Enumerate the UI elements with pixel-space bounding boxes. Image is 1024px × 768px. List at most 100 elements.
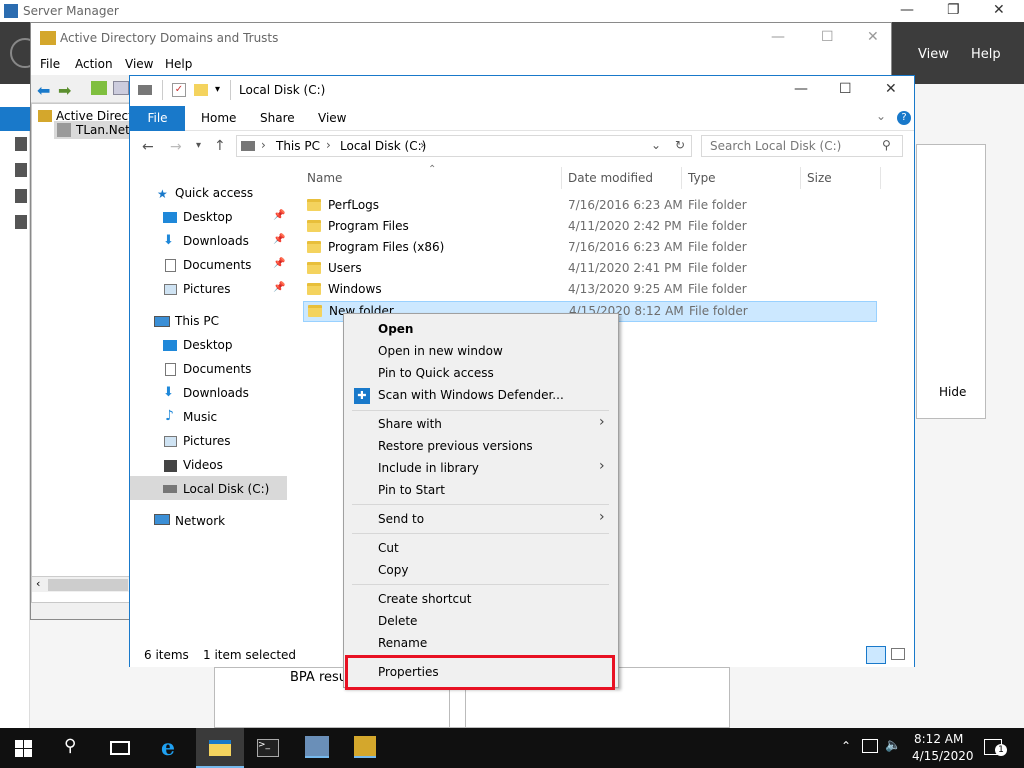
show-hidden-icons-icon[interactable]: ⌃	[841, 739, 851, 753]
show-hide-tree-icon[interactable]	[113, 81, 129, 95]
menu-include-library[interactable]: Include in library	[378, 461, 479, 475]
sm-hide-link[interactable]: Hide	[939, 385, 966, 399]
sm-maximize-button[interactable]: ❐	[947, 2, 960, 18]
scroll-left-icon[interactable]: ‹	[36, 577, 40, 590]
table-row[interactable]: Program Files (x86) 7/16/2016 6:23 AM Fi…	[300, 237, 880, 258]
menu-scan-defender[interactable]: Scan with Windows Defender...	[378, 388, 564, 402]
search-icon[interactable]: ⚲	[882, 138, 891, 152]
search-box[interactable]: Search Local Disk (C:) ⚲	[701, 135, 903, 157]
properties-qat-icon[interactable]: ✓	[172, 83, 186, 97]
ex-minimize-button[interactable]: —	[794, 81, 808, 97]
ribbon-tab-view[interactable]: View	[318, 111, 346, 125]
nav-pc-music[interactable]: Music	[183, 410, 217, 424]
breadcrumb-this-pc[interactable]: This PC	[276, 139, 320, 153]
new-folder-qat-icon[interactable]	[194, 84, 208, 96]
column-size[interactable]: Size	[807, 171, 832, 185]
ribbon-tab-home[interactable]: Home	[201, 111, 236, 125]
nav-pc-local-disk[interactable]: Local Disk (C:)	[183, 482, 269, 496]
ad-menu-help[interactable]: Help	[165, 57, 192, 71]
nav-qa-desktop[interactable]: Desktop	[183, 210, 233, 224]
recent-locations-icon[interactable]: ▾	[196, 140, 201, 151]
menu-create-shortcut[interactable]: Create shortcut	[378, 592, 471, 606]
ad-menu-view[interactable]: View	[125, 57, 153, 71]
menu-open[interactable]: Open	[378, 322, 413, 336]
clock-date[interactable]: 4/15/2020	[912, 749, 974, 763]
nav-pc-pictures[interactable]: Pictures	[183, 434, 231, 448]
column-date-modified[interactable]: Date modified	[568, 171, 653, 185]
clock-time[interactable]: 8:12 AM	[914, 732, 963, 746]
column-type[interactable]: Type	[688, 171, 716, 185]
sm-close-button[interactable]: ✕	[993, 2, 1005, 18]
table-row[interactable]: Windows 4/13/2020 9:25 AM File folder	[300, 279, 880, 300]
network-tray-icon[interactable]	[862, 739, 878, 753]
ad-tree-child[interactable]: TLan.Net	[76, 123, 130, 137]
ribbon-tab-share[interactable]: Share	[260, 111, 295, 125]
ad-minimize-button[interactable]: —	[771, 29, 785, 45]
up-folder-icon[interactable]	[91, 81, 107, 95]
menu-cut[interactable]: Cut	[378, 541, 399, 555]
sm-minimize-button[interactable]: —	[900, 2, 914, 18]
ex-close-button[interactable]: ✕	[885, 81, 897, 97]
action-center-icon[interactable]: 1	[984, 739, 1007, 756]
local-server-icon[interactable]	[15, 137, 27, 151]
help-icon[interactable]: ?	[897, 111, 911, 125]
back-button-icon[interactable]: ←	[142, 139, 154, 155]
back-icon[interactable]: ⬅	[37, 81, 50, 100]
server-manager-taskbar-icon[interactable]	[305, 736, 329, 758]
forward-button-icon[interactable]: →	[170, 139, 182, 155]
menu-pin-start[interactable]: Pin to Start	[378, 483, 445, 497]
sm-menu-help[interactable]: Help	[971, 47, 1001, 62]
menu-pin-quick-access[interactable]: Pin to Quick access	[378, 366, 494, 380]
menu-send-to[interactable]: Send to	[378, 512, 424, 526]
dashboard-icon[interactable]	[0, 107, 30, 131]
menu-delete[interactable]: Delete	[378, 614, 417, 628]
ad-close-button[interactable]: ✕	[867, 29, 879, 45]
command-prompt-icon[interactable]: >_	[257, 739, 279, 757]
menu-copy[interactable]: Copy	[378, 563, 408, 577]
refresh-icon[interactable]: ↻	[675, 138, 685, 152]
ribbon-expand-icon[interactable]: ⌄	[876, 109, 886, 123]
volume-muted-icon[interactable]: 🔈	[885, 738, 901, 753]
menu-restore-versions[interactable]: Restore previous versions	[378, 439, 533, 453]
ad-tree-hscrollbar[interactable]: ‹	[32, 576, 132, 592]
file-services-icon[interactable]	[15, 215, 27, 229]
up-button-icon[interactable]: ↑	[214, 138, 226, 154]
ad-domains-taskbar-icon[interactable]	[354, 736, 376, 758]
ad-menu-action[interactable]: Action	[75, 57, 113, 71]
nav-qa-downloads[interactable]: Downloads	[183, 234, 249, 248]
nav-qa-documents[interactable]: Documents	[183, 258, 251, 272]
address-dropdown-icon[interactable]: ⌄	[651, 138, 661, 152]
menu-open-new-window[interactable]: Open in new window	[378, 344, 503, 358]
nav-pc-downloads[interactable]: Downloads	[183, 386, 249, 400]
nav-pc-desktop[interactable]: Desktop	[183, 338, 233, 352]
ad-menu-file[interactable]: File	[40, 57, 60, 71]
ribbon-tab-file[interactable]: File	[130, 106, 185, 131]
nav-qa-pictures[interactable]: Pictures	[183, 282, 231, 296]
nav-network[interactable]: Network	[175, 514, 225, 528]
start-windows-icon[interactable]	[15, 740, 32, 757]
nav-pc-documents[interactable]: Documents	[183, 362, 251, 376]
nav-quick-access[interactable]: Quick access	[175, 186, 253, 200]
search-taskbar-icon[interactable]: ⚲	[64, 736, 76, 756]
address-bar[interactable]: › This PC › Local Disk (C:) › ⌄ ↻	[236, 135, 692, 157]
taskbar-explorer-active[interactable]	[196, 728, 244, 768]
sm-menu-view[interactable]: View	[918, 47, 949, 62]
menu-share-with[interactable]: Share with	[378, 417, 442, 431]
nav-this-pc[interactable]: This PC	[175, 314, 219, 328]
column-name[interactable]: Name	[307, 171, 342, 185]
table-row[interactable]: Program Files 4/11/2020 2:42 PM File fol…	[300, 216, 880, 237]
details-view-icon[interactable]	[866, 646, 886, 664]
large-icons-view-icon[interactable]	[891, 648, 905, 660]
ad-maximize-button[interactable]: ☐	[821, 29, 834, 45]
menu-rename[interactable]: Rename	[378, 636, 427, 650]
ad-ds-icon[interactable]	[15, 189, 27, 203]
task-view-icon[interactable]	[110, 741, 130, 755]
ex-maximize-button[interactable]: ☐	[839, 81, 852, 97]
search-input[interactable]: Search Local Disk (C:)	[710, 139, 841, 153]
breadcrumb-local-disk[interactable]: Local Disk (C:)	[340, 139, 426, 153]
all-servers-icon[interactable]	[15, 163, 27, 177]
forward-icon[interactable]: ➡	[58, 81, 71, 100]
table-row[interactable]: PerfLogs 7/16/2016 6:23 AM File folder	[300, 195, 880, 216]
qat-dropdown-icon[interactable]: ▾	[215, 84, 220, 95]
table-row[interactable]: Users 4/11/2020 2:41 PM File folder	[300, 258, 880, 279]
